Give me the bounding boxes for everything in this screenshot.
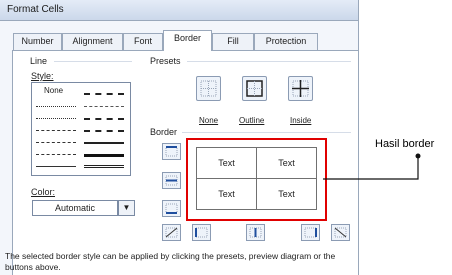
line-group-divider bbox=[54, 61, 132, 62]
tab-alignment[interactable]: Alignment bbox=[62, 33, 123, 50]
border-diagonal-down-button[interactable] bbox=[331, 224, 350, 241]
preset-inside-button[interactable] bbox=[288, 76, 313, 101]
style-label: Style: bbox=[31, 71, 54, 81]
border-inside-horizontal-button[interactable] bbox=[162, 172, 181, 189]
line-group-label: Line bbox=[30, 56, 48, 66]
line-style-medium-dashed[interactable] bbox=[84, 130, 124, 132]
chevron-down-icon[interactable]: ▼ bbox=[118, 200, 135, 216]
border-inside-vertical-button[interactable] bbox=[246, 224, 265, 241]
annotation-label: Hasil border bbox=[375, 138, 435, 150]
preset-none-button[interactable] bbox=[196, 76, 221, 101]
highlight-frame bbox=[186, 138, 327, 221]
preset-inside-icon bbox=[292, 80, 309, 97]
tab-border[interactable]: Border bbox=[163, 30, 212, 51]
preset-none-label: None bbox=[199, 116, 219, 125]
line-style-list[interactable]: None bbox=[31, 82, 131, 176]
line-style-dotted[interactable] bbox=[36, 106, 76, 107]
border-inside-vertical-icon bbox=[249, 227, 262, 238]
style-none-label: None bbox=[44, 86, 64, 95]
border-bottom-button[interactable] bbox=[162, 200, 181, 217]
format-cells-dialog: Format Cells Number Alignment Font Borde… bbox=[0, 0, 359, 275]
diagonal-down-icon bbox=[334, 227, 347, 238]
title-bar[interactable]: Format Cells bbox=[0, 0, 358, 21]
preset-outline-icon bbox=[246, 80, 263, 97]
tab-protection[interactable]: Protection bbox=[254, 33, 318, 50]
line-style-double[interactable] bbox=[84, 165, 124, 168]
tab-number[interactable]: Number bbox=[13, 33, 62, 50]
color-label: Color: bbox=[31, 187, 56, 197]
line-style-medium-dash-dot-dot[interactable] bbox=[84, 93, 124, 95]
line-style-slant-dash-dot[interactable] bbox=[84, 106, 124, 107]
border-top-button[interactable] bbox=[162, 143, 181, 160]
line-style-medium-dash-dot[interactable] bbox=[84, 118, 124, 120]
dialog-title: Format Cells bbox=[7, 4, 64, 15]
help-text: The selected border style can be applied… bbox=[5, 251, 336, 272]
border-right-icon bbox=[304, 227, 317, 238]
border-diagonal-up-button[interactable] bbox=[162, 224, 181, 241]
presets-group-label: Presets bbox=[150, 56, 181, 66]
preset-outline-button[interactable] bbox=[242, 76, 267, 101]
line-style-dash-dot-dot-thin[interactable] bbox=[36, 130, 76, 131]
preset-outline-label: Outline bbox=[239, 116, 265, 125]
border-left-icon bbox=[195, 227, 208, 238]
line-style-thin[interactable] bbox=[36, 166, 76, 167]
tab-fill[interactable]: Fill bbox=[212, 33, 254, 50]
tab-font[interactable]: Font bbox=[123, 33, 163, 50]
line-style-hair[interactable] bbox=[36, 118, 76, 119]
line-style-dashed-thin[interactable] bbox=[36, 154, 76, 155]
preset-inside-label: Inside bbox=[290, 116, 312, 125]
line-style-dash-dot-thin[interactable] bbox=[36, 142, 76, 143]
border-group-label: Border bbox=[150, 127, 178, 137]
border-group-divider bbox=[182, 132, 351, 133]
preset-none-icon bbox=[200, 80, 217, 97]
border-bottom-icon bbox=[165, 203, 178, 214]
line-style-medium[interactable] bbox=[84, 142, 124, 144]
border-inside-horizontal-icon bbox=[165, 175, 178, 186]
presets-group-divider bbox=[187, 61, 351, 62]
color-combobox[interactable]: Automatic bbox=[32, 200, 118, 216]
line-style-thick[interactable] bbox=[84, 154, 124, 157]
border-right-button[interactable] bbox=[301, 224, 320, 241]
diagonal-up-icon bbox=[165, 227, 178, 238]
border-left-button[interactable] bbox=[192, 224, 211, 241]
annotation-connector bbox=[323, 153, 421, 180]
border-top-icon bbox=[165, 146, 178, 157]
